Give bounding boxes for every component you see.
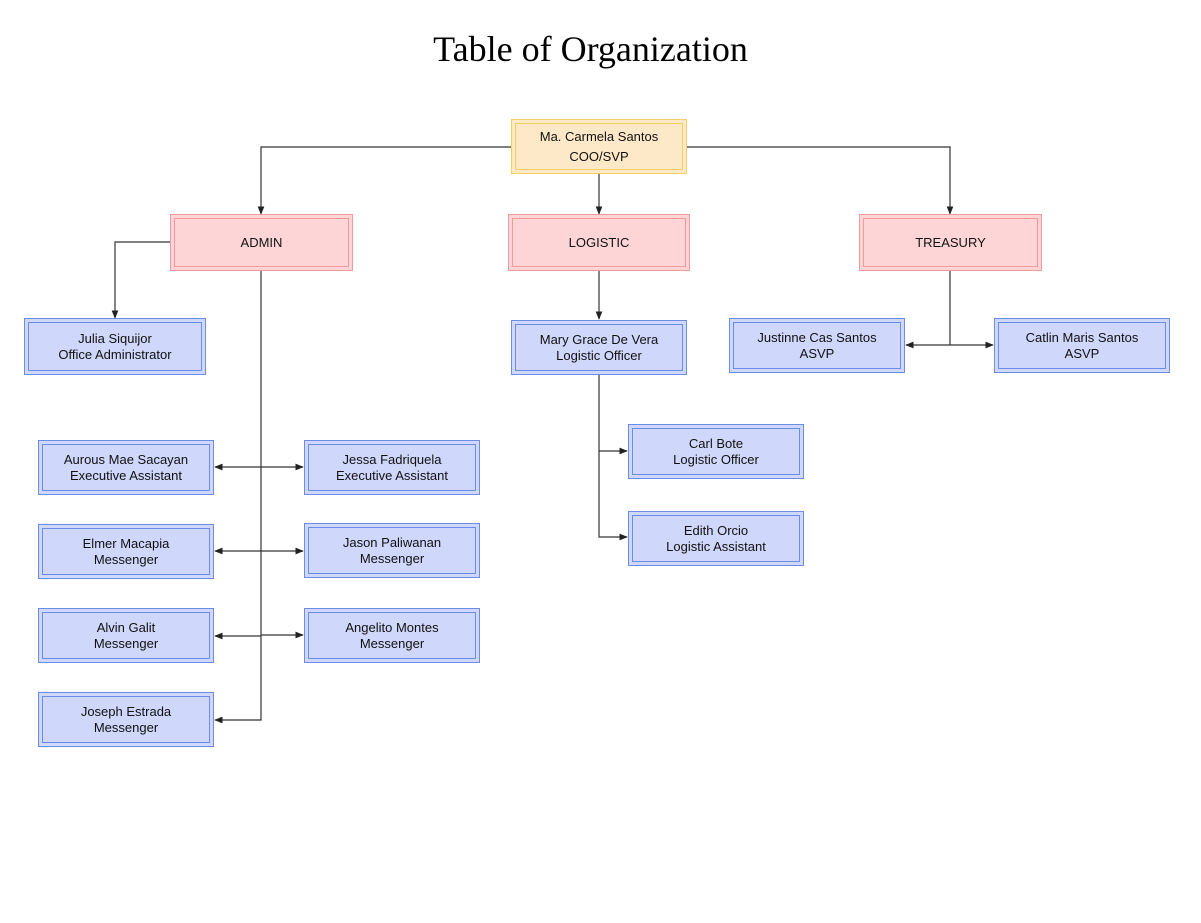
node-name: Justinne Cas Santos [757, 329, 877, 345]
node-staff[interactable]: Angelito Montes Messenger [304, 608, 480, 663]
node-staff[interactable]: Joseph Estrada Messenger [38, 692, 214, 747]
node-role: Office Administrator [58, 346, 172, 362]
node-role: Executive Assistant [70, 467, 182, 483]
node-role: Logistic Officer [673, 451, 759, 467]
node-role: Messenger [359, 635, 425, 651]
edge-admin-julia [111, 241, 170, 319]
node-name: Julia Siquijor [78, 330, 152, 346]
node-role: Executive Assistant [336, 467, 448, 483]
node-role: Messenger [359, 550, 425, 566]
node-role: Messenger [93, 551, 159, 567]
node-executive[interactable]: Ma. Carmela Santos COO/SVP [511, 119, 687, 174]
node-department-logistic[interactable]: LOGISTIC [508, 214, 690, 271]
node-department-treasury[interactable]: TREASURY [859, 214, 1042, 271]
node-name: Angelito Montes [345, 619, 439, 635]
node-role: Messenger [93, 635, 159, 651]
node-name: Elmer Macapia [82, 535, 170, 551]
node-role: ASVP [799, 345, 835, 361]
node-role: Messenger [93, 719, 159, 735]
node-name: TREASURY [915, 234, 986, 250]
edge-admin-trunk [214, 270, 262, 724]
node-role: Logistic Assistant [666, 538, 766, 554]
node-name: ADMIN [240, 234, 283, 250]
node-staff[interactable]: Alvin Galit Messenger [38, 608, 214, 663]
node-role: Logistic Officer [556, 347, 642, 363]
node-name: Jason Paliwanan [342, 534, 442, 550]
node-staff[interactable]: Julia Siquijor Office Administrator [24, 318, 206, 375]
node-staff[interactable]: Jessa Fadriquela Executive Assistant [304, 440, 480, 495]
node-staff[interactable]: Jason Paliwanan Messenger [304, 523, 480, 578]
node-role: COO/SVP [569, 148, 629, 164]
node-name: Ma. Carmela Santos [539, 128, 659, 144]
node-name: Edith Orcio [683, 522, 749, 538]
node-name: Mary Grace De Vera [539, 331, 659, 347]
node-name: LOGISTIC [568, 234, 630, 250]
node-staff[interactable]: Justinne Cas Santos ASVP [729, 318, 905, 373]
node-role: ASVP [1064, 345, 1100, 361]
edge-exec-treasury [687, 146, 954, 215]
node-staff[interactable]: Mary Grace De Vera Logistic Officer [511, 320, 687, 375]
node-name: Alvin Galit [96, 619, 156, 635]
node-name: Aurous Mae Sacayan [63, 451, 189, 467]
node-staff[interactable]: Catlin Maris Santos ASVP [994, 318, 1170, 373]
node-staff[interactable]: Elmer Macapia Messenger [38, 524, 214, 579]
edge-mary-trunk [598, 375, 628, 541]
node-staff[interactable]: Carl Bote Logistic Officer [628, 424, 804, 479]
node-name: Carl Bote [688, 435, 744, 451]
node-department-admin[interactable]: ADMIN [170, 214, 353, 271]
node-name: Joseph Estrada [80, 703, 172, 719]
node-name: Jessa Fadriquela [342, 451, 442, 467]
node-staff[interactable]: Aurous Mae Sacayan Executive Assistant [38, 440, 214, 495]
node-name: Catlin Maris Santos [1025, 329, 1139, 345]
edge-exec-admin [257, 146, 511, 215]
node-staff[interactable]: Edith Orcio Logistic Assistant [628, 511, 804, 566]
